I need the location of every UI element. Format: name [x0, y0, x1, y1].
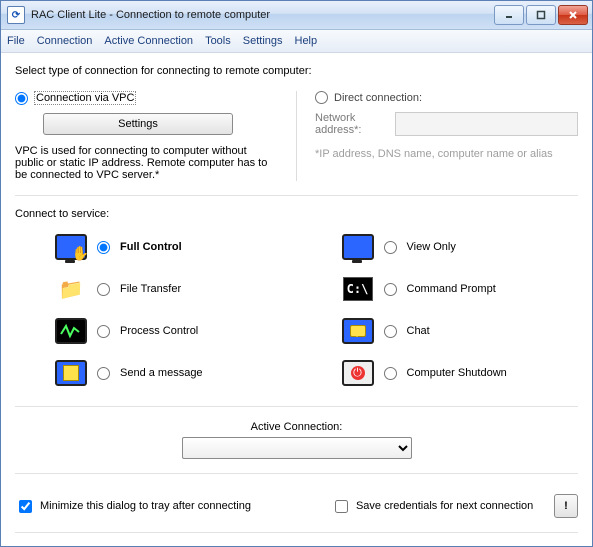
shutdown-label[interactable]: Computer Shutdown — [407, 367, 507, 379]
app-window: ⟳ RAC Client Lite - Connection to remote… — [0, 0, 593, 547]
network-address-input[interactable] — [395, 112, 578, 136]
service-command-prompt: C:\ Command Prompt — [342, 270, 559, 308]
services-grid: ✋ Full Control View Only 📁 File Transfer… — [15, 228, 578, 392]
process-control-icon — [55, 315, 87, 347]
view-only-radio[interactable] — [384, 241, 397, 254]
connection-type-row: Connection via VPC Settings VPC is used … — [15, 91, 578, 181]
menu-help[interactable]: Help — [295, 35, 318, 47]
network-address-note: *IP address, DNS name, computer name or … — [315, 148, 578, 160]
save-credentials-label: Save credentials for next connection — [356, 500, 533, 512]
minimize-label: Minimize this dialog to tray after conne… — [40, 500, 251, 512]
file-transfer-icon: 📁 — [55, 273, 87, 305]
save-credentials-checkbox[interactable] — [335, 500, 348, 513]
intro-text: Select type of connection for connecting… — [15, 65, 578, 77]
titlebar[interactable]: ⟳ RAC Client Lite - Connection to remote… — [1, 1, 592, 30]
service-send-message: Send a message — [55, 354, 272, 392]
save-credentials-option[interactable]: Save credentials for next connection — [331, 497, 533, 516]
minimize-checkbox[interactable] — [19, 500, 32, 513]
services-label: Connect to service: — [15, 208, 578, 220]
menu-active-connection[interactable]: Active Connection — [104, 35, 193, 47]
send-message-icon — [55, 357, 87, 389]
direct-column: Direct connection: Network address*: *IP… — [297, 91, 578, 181]
command-prompt-label[interactable]: Command Prompt — [407, 283, 496, 295]
separator-3 — [15, 473, 578, 474]
full-control-label[interactable]: Full Control — [120, 241, 182, 253]
network-address-label: Network address*: — [315, 112, 387, 136]
content-area: Select type of connection for connecting… — [1, 53, 592, 546]
process-control-label[interactable]: Process Control — [120, 325, 198, 337]
chat-icon — [342, 315, 374, 347]
menu-file[interactable]: File — [7, 35, 25, 47]
separator-1 — [15, 195, 578, 196]
vpc-column: Connection via VPC Settings VPC is used … — [15, 91, 296, 181]
shutdown-icon: ⏻ — [342, 357, 374, 389]
direct-radio[interactable] — [315, 91, 328, 104]
minimize-button[interactable] — [494, 5, 524, 25]
maximize-button[interactable] — [526, 5, 556, 25]
service-shutdown: ⏻ Computer Shutdown — [342, 354, 559, 392]
vpc-description: VPC is used for connecting to computer w… — [15, 145, 278, 181]
view-only-label[interactable]: View Only — [407, 241, 456, 253]
active-connection-select[interactable] — [182, 437, 412, 459]
send-message-label[interactable]: Send a message — [120, 367, 203, 379]
process-control-radio[interactable] — [97, 325, 110, 338]
service-full-control: ✋ Full Control — [55, 228, 272, 266]
active-connection-section: Active Connection: — [15, 421, 578, 459]
minimize-option[interactable]: Minimize this dialog to tray after conne… — [15, 497, 251, 516]
send-message-radio[interactable] — [97, 367, 110, 380]
separator-4 — [15, 532, 578, 533]
vpc-settings-button[interactable]: Settings — [43, 113, 233, 135]
window-controls — [494, 5, 588, 25]
button-row: Connect Exit — [15, 543, 578, 546]
command-prompt-radio[interactable] — [384, 283, 397, 296]
command-prompt-icon: C:\ — [342, 273, 374, 305]
direct-radio-label[interactable]: Direct connection: — [334, 92, 422, 104]
service-file-transfer: 📁 File Transfer — [55, 270, 272, 308]
menu-tools[interactable]: Tools — [205, 35, 231, 47]
full-control-radio[interactable] — [97, 241, 110, 254]
service-view-only: View Only — [342, 228, 559, 266]
close-button[interactable] — [558, 5, 588, 25]
service-chat: Chat — [342, 312, 559, 350]
file-transfer-label[interactable]: File Transfer — [120, 283, 181, 295]
vpc-radio-label[interactable]: Connection via VPC — [34, 91, 136, 105]
full-control-icon: ✋ — [55, 231, 87, 263]
app-icon: ⟳ — [7, 6, 25, 24]
file-transfer-radio[interactable] — [97, 283, 110, 296]
separator-2 — [15, 406, 578, 407]
view-only-icon — [342, 231, 374, 263]
window-title: RAC Client Lite - Connection to remote c… — [31, 9, 494, 21]
chat-radio[interactable] — [384, 325, 397, 338]
info-button[interactable]: ! — [554, 494, 578, 518]
options-row: Minimize this dialog to tray after conne… — [15, 494, 578, 518]
active-connection-label: Active Connection: — [15, 421, 578, 433]
vpc-radio[interactable] — [15, 92, 28, 105]
menu-settings[interactable]: Settings — [243, 35, 283, 47]
menubar: File Connection Active Connection Tools … — [1, 30, 592, 53]
menu-connection[interactable]: Connection — [37, 35, 93, 47]
shutdown-radio[interactable] — [384, 367, 397, 380]
chat-label[interactable]: Chat — [407, 325, 430, 337]
service-process-control: Process Control — [55, 312, 272, 350]
